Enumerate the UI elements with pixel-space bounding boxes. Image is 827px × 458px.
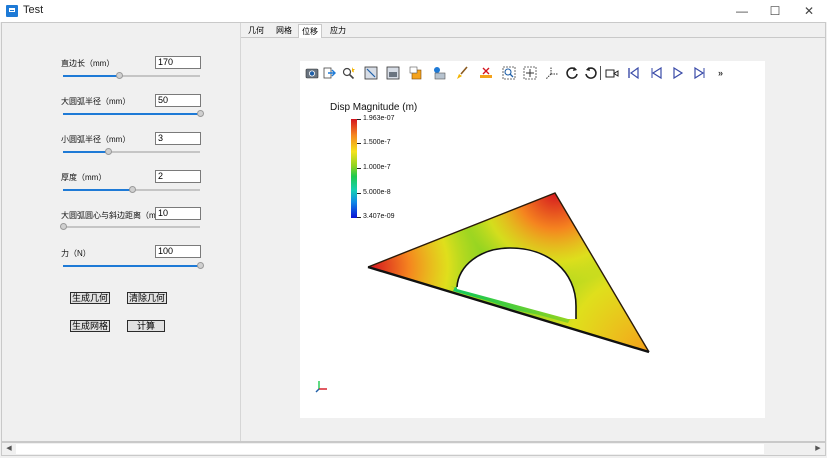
edge-length-slider[interactable] [63, 72, 200, 79]
result-panel: 几何 网格 位移 应力 » Disp Magnitude (m) 1.963e-… [240, 23, 826, 441]
small-arc-radius-input[interactable]: 3 [155, 132, 201, 145]
generate-mesh-button[interactable]: 生成网格 [70, 320, 110, 332]
tab-mesh[interactable]: 网格 [272, 24, 296, 37]
thickness-label: 厚度（mm） [61, 173, 107, 182]
scroll-right-icon[interactable]: ▶ [812, 444, 824, 454]
vtk-render-view[interactable]: » Disp Magnitude (m) 1.963e-07 1.500e-7 … [300, 61, 765, 418]
thickness-slider[interactable] [63, 186, 200, 193]
small-arc-radius-label: 小圆弧半径（mm） [61, 135, 131, 144]
edge-length-label: 直边长（mm） [61, 59, 115, 68]
slider-thumb[interactable] [60, 223, 67, 230]
slider-thumb[interactable] [197, 110, 204, 117]
clear-geometry-button[interactable]: 清除几何 [127, 292, 167, 304]
window-title: Test [23, 4, 44, 16]
scrollbar-thumb[interactable] [16, 444, 764, 454]
tab-bar: 几何 网格 位移 应力 [241, 23, 826, 38]
tab-geometry[interactable]: 几何 [244, 24, 268, 37]
force-label: 力（N） [61, 249, 91, 258]
force-input[interactable]: 100 [155, 245, 201, 258]
edge-length-input[interactable]: 170 [155, 56, 201, 69]
close-button[interactable]: ✕ [792, 0, 826, 22]
force-slider[interactable] [63, 262, 204, 269]
tab-stress[interactable]: 应力 [326, 24, 350, 37]
small-arc-radius-slider[interactable] [63, 148, 200, 155]
orientation-axes-icon [315, 381, 327, 393]
big-arc-radius-input[interactable]: 50 [155, 94, 201, 107]
tab-displacement[interactable]: 位移 [298, 24, 322, 38]
app-icon [6, 5, 18, 17]
main-client-area: 直边长（mm） 170 大圆弧半径（mm） 50 小圆弧半径（mm） 3 厚度（… [1, 22, 826, 442]
thickness-input[interactable]: 2 [155, 170, 201, 183]
title-bar: Test — ☐ ✕ [0, 0, 827, 22]
arc-center-distance-input[interactable]: 10 [155, 207, 201, 220]
big-arc-radius-slider[interactable] [63, 110, 204, 117]
arc-center-distance-slider[interactable] [60, 223, 200, 230]
scroll-left-icon[interactable]: ◀ [3, 444, 15, 454]
compute-button[interactable]: 计算 [127, 320, 165, 332]
maximize-button[interactable]: ☐ [758, 0, 792, 22]
generate-geometry-button[interactable]: 生成几何 [70, 292, 110, 304]
minimize-button[interactable]: — [725, 0, 759, 22]
displacement-contour-plot [367, 192, 650, 354]
slider-thumb[interactable] [197, 262, 204, 269]
parameter-panel: 直边长（mm） 170 大圆弧半径（mm） 50 小圆弧半径（mm） 3 厚度（… [2, 23, 239, 441]
arc-center-distance-label: 大圆弧圆心与斜边距离（mm [61, 211, 163, 220]
slider-thumb[interactable] [128, 186, 136, 193]
slider-thumb[interactable] [116, 72, 124, 79]
horizontal-scrollbar[interactable]: ◀ ▶ [1, 442, 826, 456]
slider-thumb[interactable] [105, 148, 113, 155]
big-arc-radius-label: 大圆弧半径（mm） [61, 97, 131, 106]
